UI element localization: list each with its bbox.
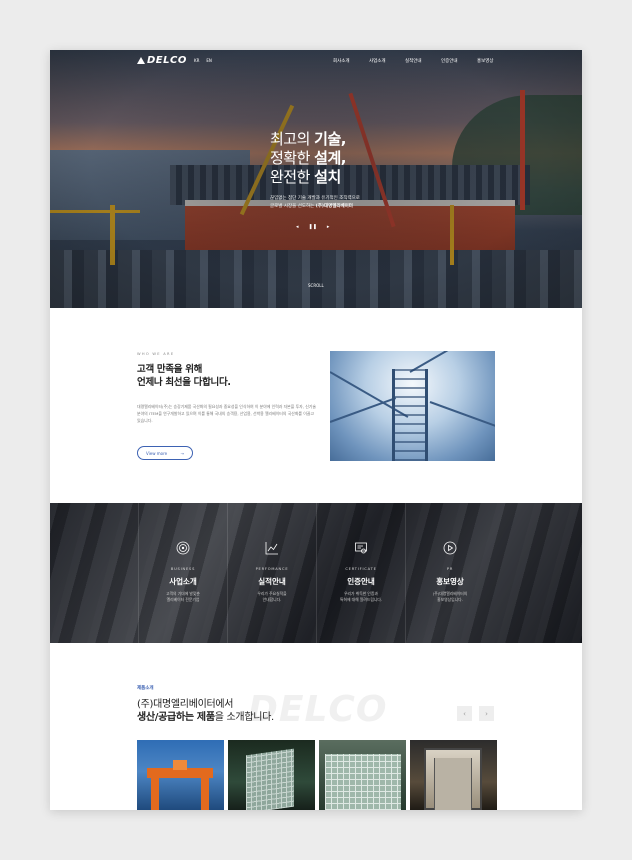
scroll-indicator[interactable]: SCROLL: [308, 283, 324, 288]
service-ko-label: 인증안내: [347, 577, 375, 586]
top-navigation: DELCO KR EN 회사소개 사업소개 실적안내 인증안내 홍보영상: [50, 50, 582, 72]
products-next-button[interactable]: ›: [479, 706, 494, 721]
service-en-label: PERFOMANCE: [255, 567, 289, 571]
service-ko-label: 홍보영상: [436, 577, 464, 586]
elevator-shaft: [392, 369, 428, 461]
delco-logo[interactable]: DELCO: [137, 55, 187, 66]
about-eyebrow: WHO WE ARE: [137, 352, 175, 356]
about-body: 대명엘리베이터(주)는 승강기제품 국산화의 필요성과 중요성을 인식하여 이 …: [137, 404, 316, 423]
service-description: 우리가 취득한 인증과 특허에 대해 알려드립니다.: [339, 591, 383, 602]
certificate-icon: [354, 541, 368, 555]
logo-text: DELCO: [147, 55, 187, 66]
service-en-label: CERTIFICATE: [345, 567, 377, 571]
slider-pause-icon[interactable]: ❚❚: [309, 224, 317, 230]
service-performance[interactable]: PERFOMANCE 실적안내 우리가 주요실적을 안내합니다.: [227, 503, 316, 643]
hero-section: DELCO KR EN 회사소개 사업소개 실적안내 인증안내 홍보영상 최고의…: [50, 50, 582, 308]
service-pr[interactable]: PR 홍보영상 (주)대명엘리베이터의 홍보영상입니다.: [405, 503, 494, 643]
cage-panel: [325, 754, 401, 810]
menu-performance[interactable]: 실적안내: [405, 58, 441, 64]
service-en-label: PR: [446, 567, 454, 571]
service-certificate[interactable]: CERTIFICATE 인증안내 우리가 취득한 인증과 특허에 대해 알려드립니…: [316, 503, 405, 643]
service-business[interactable]: BUSINESS 사업소개 고객의 기대에 발맞춘 엘리베이터 전문기업: [138, 503, 227, 643]
about-section: WHO WE ARE 고객 만족을 위해 언제나 최선을 다합니다. 대명엘리베…: [50, 308, 582, 503]
hero-subtext: 끊임없는 첨단 기술 개발과 유기적인 조직력으로 글로벌 시장을 선도하는 (…: [270, 196, 360, 209]
hero-headline: 최고의 기술, 정확한 설계, 완전한 설치 끊임없는 첨단 기술 개발과 유기…: [270, 130, 360, 211]
product-thumbnail-cage-2[interactable]: [319, 740, 406, 810]
logo-triangle-icon: [137, 57, 145, 64]
glass-roof-beam: [429, 401, 495, 427]
lang-en[interactable]: EN: [206, 58, 212, 63]
products-title: (주)대명엘리베이터에서 생산/공급하는 제품을 소개합니다.: [137, 699, 274, 723]
product-thumbnail-cage-1[interactable]: [228, 740, 315, 810]
menu-pr[interactable]: 홍보영상: [477, 58, 513, 64]
target-icon: [176, 541, 190, 555]
language-switch: KR EN: [194, 58, 212, 63]
slider-next-icon[interactable]: ▸: [327, 224, 330, 230]
menu-company[interactable]: 회사소개: [333, 58, 369, 64]
service-ko-label: 사업소개: [169, 577, 197, 586]
cage-panel: [246, 748, 294, 810]
elevator-car-door: [434, 758, 472, 810]
products-section: DELCO 제품소개 (주)대명엘리베이터에서 생산/공급하는 제품을 소개합니…: [50, 643, 582, 810]
gantry-leg: [151, 778, 159, 810]
about-title: 고객 만족을 위해 언제나 최선을 다합니다.: [137, 364, 231, 388]
gantry-leg: [201, 778, 209, 810]
products-prev-button[interactable]: ‹: [457, 706, 472, 721]
product-thumbnail-elevator-car[interactable]: [410, 740, 497, 810]
hero-line-3: 완전한 설치: [270, 168, 341, 186]
service-ko-label: 실적안내: [258, 577, 286, 586]
menu-business[interactable]: 사업소개: [369, 58, 405, 64]
service-description: 우리가 주요실적을 안내합니다.: [257, 591, 287, 602]
lang-kr[interactable]: KR: [194, 58, 199, 63]
service-description: 고객의 기대에 발맞춘 엘리베이터 전문기업: [166, 591, 200, 602]
service-en-label: BUSINESS: [170, 567, 196, 571]
services-section: BUSINESS 사업소개 고객의 기대에 발맞춘 엘리베이터 전문기업 PERF…: [50, 503, 582, 643]
hero-line-1: 최고의 기술,: [270, 130, 346, 148]
elevator-shaft-image: [330, 351, 495, 461]
main-menu: 회사소개 사업소개 실적안내 인증안내 홍보영상: [333, 58, 513, 64]
play-video-icon: [443, 541, 457, 555]
hero-slider-controls: ◂ ❚❚ ▸: [296, 224, 329, 230]
glass-roof-beam: [330, 397, 397, 423]
arrow-right-icon: →: [180, 450, 184, 456]
product-thumbnail-gantry-crane[interactable]: [137, 740, 224, 810]
view-more-button[interactable]: View more →: [137, 446, 193, 460]
line-chart-icon: [265, 541, 279, 555]
products-tag: 제품소개: [137, 686, 154, 691]
hero-line-2: 정확한 설계,: [270, 149, 346, 167]
view-more-label: View more: [146, 450, 168, 456]
slider-prev-icon[interactable]: ◂: [296, 224, 299, 230]
gantry-trolley: [173, 760, 187, 770]
service-description: (주)대명엘리베이터의 홍보영상입니다.: [432, 591, 468, 602]
menu-certificate[interactable]: 인증안내: [441, 58, 477, 64]
page: DELCO KR EN 회사소개 사업소개 실적안내 인증안내 홍보영상 최고의…: [50, 50, 582, 810]
